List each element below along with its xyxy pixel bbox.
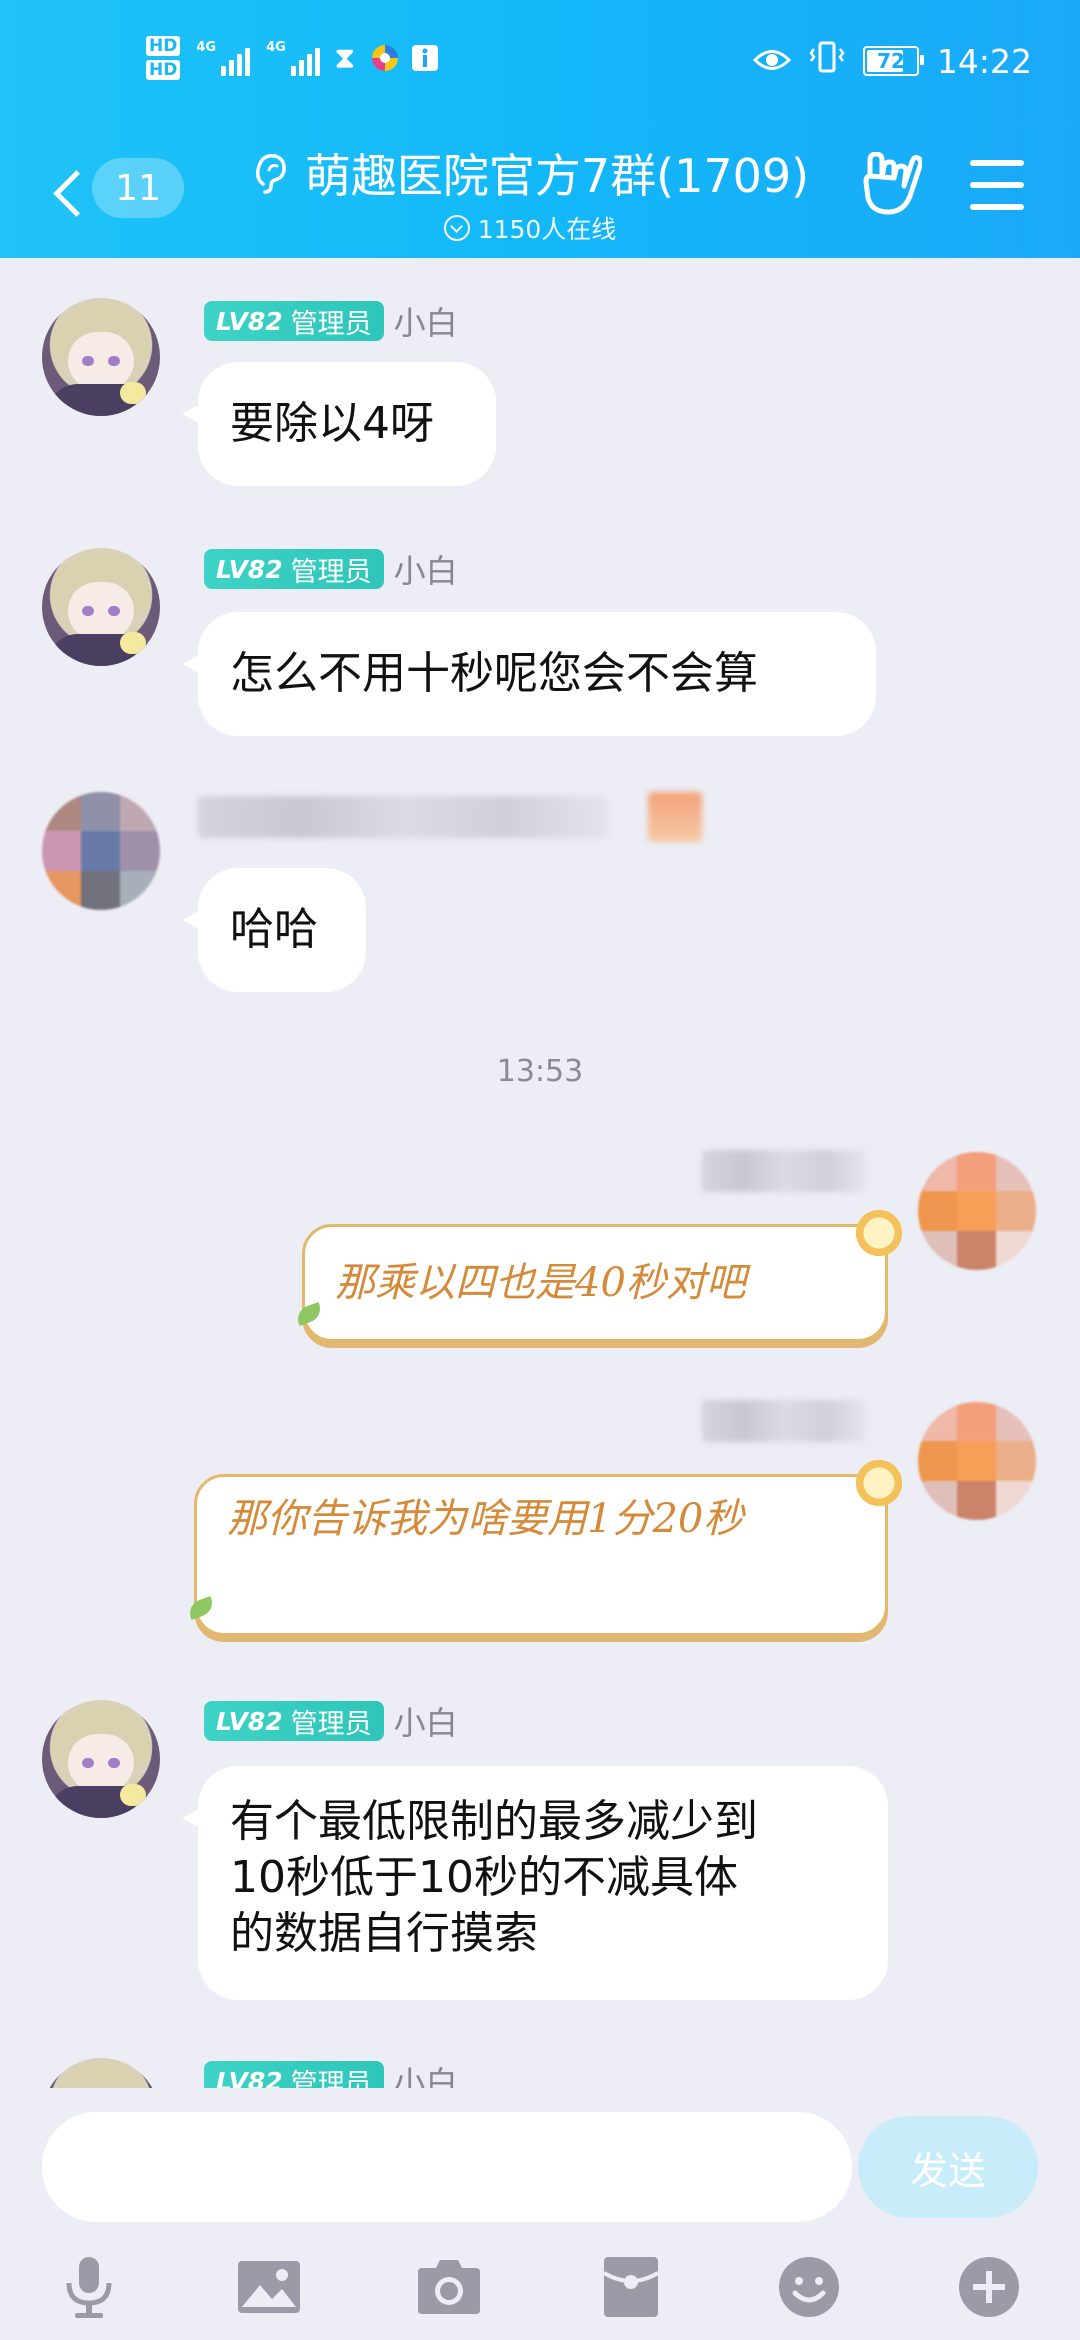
red-packet-icon[interactable]: [596, 2252, 666, 2322]
image-icon[interactable]: [234, 2252, 304, 2322]
admin-badge: LV82 管理员: [204, 301, 384, 341]
title-badge-blurred: [648, 792, 702, 842]
self-avatar[interactable]: [918, 1402, 1036, 1520]
emoji-icon[interactable]: [774, 2252, 844, 2322]
network-type-2: 4G: [266, 40, 286, 55]
status-left: HD HD 4G 4G ⧗: [146, 36, 440, 80]
back-button[interactable]: [46, 158, 100, 228]
message-bubble[interactable]: 要除以4呀: [182, 362, 496, 486]
sender-name[interactable]: 小白: [394, 1698, 458, 1744]
network-type-1: 4G: [196, 40, 217, 55]
unread-count-badge[interactable]: 11: [92, 158, 184, 218]
role-label: 管理员: [290, 556, 372, 588]
message-bubble[interactable]: 有个最低限制的最多减少到 10秒低于10秒的不减具体 的数据自行摸索: [182, 1766, 888, 2000]
hd-label-1: HD: [146, 36, 181, 56]
admin-badge: LV82 管理员: [204, 1701, 384, 1741]
group-title: 萌趣医院官方7群(1709): [304, 149, 810, 203]
microphone-icon[interactable]: [54, 2252, 124, 2322]
level-label: LV82: [216, 554, 283, 584]
message-line: 10秒低于10秒的不减具体: [230, 1852, 738, 1903]
level-label: LV82: [216, 1706, 283, 1736]
sun-decoration-icon: [852, 1206, 906, 1260]
message-meta: LV82 管理员 小白: [204, 1698, 458, 1744]
avatar-blurred[interactable]: [42, 792, 160, 910]
eye-icon: [752, 42, 792, 81]
level-label: LV82: [216, 306, 283, 336]
role-label: 管理员: [290, 2068, 372, 2089]
menu-icon[interactable]: [970, 160, 1024, 210]
top-bar: HD HD 4G 4G ⧗ 72 14:22 11 萌趣医院官方7群(1709)…: [0, 0, 1080, 258]
chevron-down-icon: [443, 215, 470, 241]
self-avatar[interactable]: [918, 1152, 1036, 1270]
battery-level: 72: [876, 49, 905, 73]
level-label: LV82: [216, 2066, 283, 2089]
message-meta: LV82 管理员 小白: [204, 2058, 458, 2088]
role-label: 管理员: [290, 1708, 372, 1740]
clock: 14:22: [936, 41, 1032, 81]
chat-title-area[interactable]: 萌趣医院官方7群(1709) 1150人在线: [220, 130, 840, 246]
message-line: 的数据自行摸索: [230, 1908, 538, 1959]
signal-icon-1: 4G: [196, 40, 251, 76]
message-line: 有个最低限制的最多减少到: [230, 1796, 758, 1847]
hd-indicators: HD HD: [146, 36, 181, 80]
info-icon: [410, 41, 440, 75]
admin-badge: LV82 管理员: [204, 549, 384, 589]
message-bubble-decorated[interactable]: 那你告诉我为啥要用1分20秒: [194, 1474, 888, 1636]
self-name-blurred: [702, 1150, 866, 1192]
hourglass-icon: ⧗: [334, 41, 355, 74]
message-meta: LV82 管理员 小白: [204, 546, 458, 592]
message-bubble-decorated[interactable]: 那乘以四也是40秒对吧: [302, 1224, 888, 1342]
avatar[interactable]: [42, 298, 160, 416]
message-bubble[interactable]: 怎么不用十秒呢您会不会算: [182, 612, 876, 736]
battery-icon: 72: [862, 46, 924, 76]
message-input[interactable]: [42, 2112, 852, 2222]
rock-hand-icon[interactable]: [860, 152, 922, 216]
sender-name[interactable]: 小白: [394, 298, 458, 344]
message-meta: LV82 管理员 小白: [204, 298, 458, 344]
app-notification-icon: [370, 41, 400, 75]
sun-decoration-icon: [852, 1456, 906, 1510]
avatar[interactable]: [42, 2058, 160, 2088]
message-list[interactable]: LV82 管理员 小白 要除以4呀 LV82 管理员 小白 怎么不用十秒呢您会不…: [0, 258, 1080, 2088]
message-bubble[interactable]: 哈哈: [182, 868, 366, 992]
sender-name-blurred: [198, 796, 608, 838]
avatar[interactable]: [42, 1700, 160, 1818]
signal-icon-2: 4G: [266, 40, 320, 76]
online-count: 1150人在线: [477, 215, 617, 244]
self-name-blurred: [702, 1400, 866, 1442]
online-status: 1150人在线: [220, 210, 840, 246]
avatar[interactable]: [42, 548, 160, 666]
plus-icon[interactable]: [954, 2252, 1024, 2322]
camera-icon[interactable]: [414, 2252, 484, 2322]
send-button[interactable]: 发送: [858, 2116, 1038, 2218]
admin-badge: LV82 管理员: [204, 2061, 384, 2088]
status-bar: HD HD 4G 4G ⧗ 72 14:22: [0, 0, 1080, 130]
sender-name[interactable]: 小白: [394, 546, 458, 592]
vibrate-icon: [809, 40, 845, 82]
title-bar: 11 萌趣医院官方7群(1709) 1150人在线: [0, 130, 1080, 258]
timestamp: 13:53: [496, 1054, 584, 1089]
toolbar: [0, 2238, 1080, 2338]
role-label: 管理员: [290, 308, 372, 340]
input-bar: 发送: [0, 2088, 1080, 2340]
sender-name[interactable]: 小白: [394, 2058, 458, 2088]
status-right: 72 14:22: [752, 40, 1032, 82]
hd-label-2: HD: [146, 60, 181, 80]
ear-icon: [255, 153, 286, 194]
